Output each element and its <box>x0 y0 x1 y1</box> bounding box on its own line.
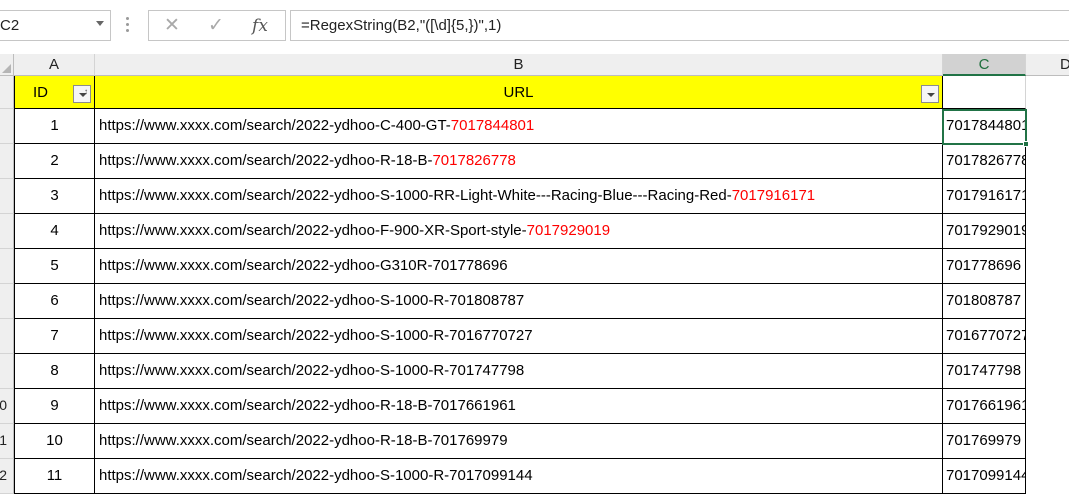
spreadsheet-grid: A B C D ID ↑ URL 1 https://www.xxxx.com/sear… <box>0 52 1069 498</box>
check-icon[interactable]: ✓ <box>201 14 231 38</box>
column-header-c[interactable]: C <box>943 54 1026 76</box>
row-header[interactable] <box>0 76 14 109</box>
row-number: 0 <box>0 397 7 413</box>
extracted-id-cell[interactable]: 7017826778 <box>943 144 1026 179</box>
name-box-value[interactable]: C2 <box>0 17 19 34</box>
url-cell[interactable]: https://www.xxxx.com/search/2022-ydhoo-R… <box>95 144 943 179</box>
extracted-id-cell[interactable]: 701778696 <box>943 249 1026 284</box>
id-cell[interactable]: 2 <box>14 144 95 179</box>
formula-input[interactable]: =RegexString(B2,"([\d]{5,})",1) <box>290 10 1069 41</box>
row-header[interactable]: 0 <box>0 389 14 424</box>
url-text: https://www.xxxx.com/search/2022-ydhoo-S… <box>99 467 533 484</box>
url-text: https://www.xxxx.com/search/2022-ydhoo-S… <box>99 327 533 344</box>
row-number: 2 <box>0 467 7 483</box>
formula-text[interactable]: =RegexString(B2,"([\d]{5,})",1) <box>301 17 501 34</box>
filter-sort-button[interactable]: ↑ <box>73 85 91 103</box>
url-cell[interactable]: https://www.xxxx.com/search/2022-ydhoo-R… <box>95 389 943 424</box>
column-header-b[interactable]: B <box>95 54 943 76</box>
url-text: https://www.xxxx.com/search/2022-ydhoo-S… <box>99 292 525 309</box>
id-cell[interactable]: 4 <box>14 214 95 249</box>
extracted-id-cell[interactable]: 701747798 <box>943 354 1026 389</box>
row-header[interactable] <box>0 319 14 354</box>
extracted-id-cell[interactable]: 7016770727 <box>943 319 1026 354</box>
row-header[interactable] <box>0 249 14 284</box>
url-cell[interactable]: https://www.xxxx.com/search/2022-ydhoo-F… <box>95 214 943 249</box>
extracted-id-cell[interactable]: 701769979 <box>943 424 1026 459</box>
row-header[interactable] <box>0 109 14 144</box>
select-all-button[interactable] <box>0 54 14 76</box>
url-cell[interactable]: https://www.xxxx.com/search/2022-ydhoo-C… <box>95 109 943 144</box>
formula-buttons: ✕ ✓ fx <box>148 10 286 41</box>
header-cell-url[interactable]: URL <box>95 76 943 109</box>
row-header[interactable] <box>0 284 14 319</box>
filter-icon <box>927 93 935 97</box>
id-cell[interactable]: 1 <box>14 109 95 144</box>
name-box[interactable]: C2 <box>0 10 111 41</box>
header-cell-c[interactable] <box>943 76 1026 109</box>
column-header-d[interactable]: D <box>1026 54 1069 76</box>
url-cell[interactable]: https://www.xxxx.com/search/2022-ydhoo-S… <box>95 319 943 354</box>
id-cell[interactable]: 10 <box>14 424 95 459</box>
id-cell[interactable]: 7 <box>14 319 95 354</box>
header-id-label: ID <box>33 84 48 101</box>
extracted-id-cell[interactable]: 7017929019 <box>943 214 1026 249</box>
url-cell[interactable]: https://www.xxxx.com/search/2022-ydhoo-S… <box>95 179 943 214</box>
insert-function-icon[interactable]: fx <box>245 14 275 38</box>
extracted-id-cell[interactable]: 7017661961 <box>943 389 1026 424</box>
url-text: https://www.xxxx.com/search/2022-ydhoo-C… <box>99 117 451 134</box>
column-header-a[interactable]: A <box>14 54 95 76</box>
filter-button[interactable] <box>921 85 939 103</box>
id-cell[interactable]: 11 <box>14 459 95 494</box>
row-header[interactable] <box>0 354 14 389</box>
url-id-highlight: 7017916171 <box>731 187 816 204</box>
url-cell[interactable]: https://www.xxxx.com/search/2022-ydhoo-G… <box>95 249 943 284</box>
extracted-id-cell[interactable]: 7017099144 <box>943 459 1026 494</box>
row-header[interactable] <box>0 214 14 249</box>
id-cell[interactable]: 8 <box>14 354 95 389</box>
url-cell[interactable]: https://www.xxxx.com/search/2022-ydhoo-S… <box>95 354 943 389</box>
drag-handle-icon[interactable] <box>126 17 129 33</box>
formula-bar: C2 ✕ ✓ fx =RegexString(B2,"([\d]{5,})",1… <box>0 0 1069 52</box>
url-cell[interactable]: https://www.xxxx.com/search/2022-ydhoo-S… <box>95 284 943 319</box>
header-cell-id[interactable]: ID ↑ <box>14 76 95 109</box>
cancel-icon[interactable]: ✕ <box>157 14 187 38</box>
id-cell[interactable]: 5 <box>14 249 95 284</box>
url-text: https://www.xxxx.com/search/2022-ydhoo-R… <box>99 432 508 449</box>
url-text: https://www.xxxx.com/search/2022-ydhoo-R… <box>99 152 433 169</box>
url-id-highlight: 7017826778 <box>432 152 516 169</box>
url-id-highlight: 7017929019 <box>526 222 611 239</box>
url-id-highlight: 7017844801 <box>450 117 535 134</box>
row-header[interactable]: 2 <box>0 459 14 494</box>
row-header[interactable] <box>0 179 14 214</box>
extracted-id-cell[interactable]: 701808787 <box>943 284 1026 319</box>
extracted-id-cell[interactable]: 7017916171 <box>943 179 1026 214</box>
url-text: https://www.xxxx.com/search/2022-ydhoo-F… <box>99 222 527 239</box>
url-text: https://www.xxxx.com/search/2022-ydhoo-S… <box>99 187 732 204</box>
select-all-icon <box>2 64 11 73</box>
url-text: https://www.xxxx.com/search/2022-ydhoo-R… <box>99 397 516 414</box>
id-cell[interactable]: 6 <box>14 284 95 319</box>
url-text: https://www.xxxx.com/search/2022-ydhoo-G… <box>99 257 508 274</box>
url-cell[interactable]: https://www.xxxx.com/search/2022-ydhoo-R… <box>95 424 943 459</box>
row-header[interactable] <box>0 144 14 179</box>
id-cell[interactable]: 3 <box>14 179 95 214</box>
sort-ascending-icon: ↑ <box>84 87 88 96</box>
url-text: https://www.xxxx.com/search/2022-ydhoo-S… <box>99 362 525 379</box>
row-number: 1 <box>0 432 7 448</box>
header-url-label: URL <box>503 84 534 101</box>
chevron-down-icon[interactable] <box>96 21 104 26</box>
extracted-id-cell[interactable]: 7017844801 <box>943 109 1026 144</box>
id-cell[interactable]: 9 <box>14 389 95 424</box>
row-header[interactable]: 1 <box>0 424 14 459</box>
url-cell[interactable]: https://www.xxxx.com/search/2022-ydhoo-S… <box>95 459 943 494</box>
